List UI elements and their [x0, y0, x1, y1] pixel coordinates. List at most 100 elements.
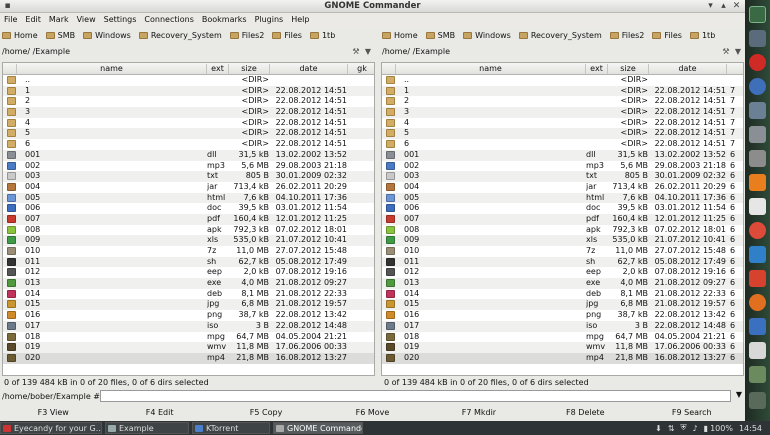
maximize-icon[interactable]: ▴	[718, 1, 729, 12]
folder-row[interactable]: 4 <DIR> 22.08.2012 14:51 7	[382, 118, 743, 129]
bookmark-windows[interactable]: Windows	[83, 31, 131, 40]
file-row[interactable]: 012 eep 2,0 kB 07.08.2012 19:16	[3, 267, 374, 278]
app-icon[interactable]	[749, 392, 766, 409]
file-row[interactable]: 004 jar 713,4 kB 26.02.2011 20:29	[3, 182, 374, 193]
bookmark-1tb[interactable]: 1tb	[309, 31, 335, 40]
task-eyecandy[interactable]: Eyecandy for your G...	[0, 422, 102, 434]
bookmark-files[interactable]: Files	[652, 31, 682, 40]
file-row[interactable]: 015 jpg 6,8 MB 21.08.2012 19:57 6	[382, 299, 743, 311]
folder-row[interactable]: 4 <DIR> 22.08.2012 14:51	[3, 118, 374, 129]
ubuntu-icon[interactable]	[749, 294, 766, 311]
file-row[interactable]: 014 deb 8,1 MB 21.08.2012 22:33 6	[382, 289, 743, 300]
file-row[interactable]: 010 7z 11,0 MB 27.07.2012 15:48	[3, 246, 374, 257]
f9-search-button[interactable]: F9 Search	[639, 405, 745, 421]
task-gnome-commander[interactable]: GNOME Commander	[273, 422, 363, 434]
file-row[interactable]: 002 mp3 5,6 MB 29.08.2003 21:18	[3, 161, 374, 172]
file-row[interactable]: 003 txt 805 B 30.01.2009 02:32	[3, 171, 374, 182]
file-row[interactable]: 018 mpg 64,7 MB 04.05.2004 21:21 6	[382, 332, 743, 343]
bookmark-files2[interactable]: Files2	[229, 31, 264, 40]
folder-row[interactable]: .. <DIR>	[3, 75, 374, 86]
file-row[interactable]: 006 doc 39,5 kB 03.01.2012 11:54	[3, 203, 374, 214]
col-perm[interactable]: gk	[348, 64, 374, 74]
folder-row[interactable]: 3 <DIR> 22.08.2012 14:51 7	[382, 107, 743, 118]
col-date[interactable]: date	[270, 64, 348, 74]
bookmark-files[interactable]: Files	[272, 31, 302, 40]
file-row[interactable]: 011 sh 62,7 kB 05.08.2012 17:49 6	[382, 256, 743, 268]
files-icon[interactable]	[749, 126, 766, 143]
file-row[interactable]: 008 apk 792,3 kB 07.02.2012 18:01 6	[382, 225, 743, 236]
f4-edit-button[interactable]: F4 Edit	[106, 405, 212, 421]
document-icon[interactable]	[749, 150, 766, 167]
file-row[interactable]: 020 mp4 21,8 MB 16.08.2012 13:27 6	[382, 352, 743, 364]
folder-row[interactable]: 2 <DIR> 22.08.2012 14:51	[3, 96, 374, 107]
f8-delete-button[interactable]: F8 Delete	[532, 405, 638, 421]
file-row[interactable]: 006 doc 39,5 kB 03.01.2012 11:54 6	[382, 203, 743, 214]
chrome-icon[interactable]	[749, 222, 766, 239]
file-row[interactable]: 009 xls 535,0 kB 21.07.2012 10:41 6	[382, 235, 743, 246]
col-name[interactable]: name	[396, 64, 586, 74]
file-row[interactable]: 018 mpg 64,7 MB 04.05.2004 21:21	[3, 332, 374, 343]
bookmark-home[interactable]: Home	[2, 31, 38, 40]
file-row[interactable]: 017 iso 3 B 22.08.2012 14:48 6	[382, 320, 743, 332]
menu-view[interactable]: View	[73, 13, 100, 27]
shield-icon[interactable]: ⛨	[681, 423, 687, 433]
menu-edit[interactable]: Edit	[21, 13, 45, 27]
file-row[interactable]: 005 html 7,6 kB 04.10.2011 17:36 6	[382, 192, 743, 204]
bookmark-1tb[interactable]: 1tb	[689, 31, 715, 40]
file-row[interactable]: 007 pdf 160,4 kB 12.01.2012 11:25	[3, 213, 374, 225]
dropdown-icon[interactable]: ▼	[736, 390, 742, 399]
volume-icon[interactable]: ♪	[693, 424, 698, 433]
left-path[interactable]: /home/ /Example	[2, 47, 350, 56]
col-icon[interactable]	[382, 64, 396, 74]
file-row[interactable]: 019 wmv 11,8 MB 17.06.2006 00:33 6	[382, 342, 743, 353]
file-row[interactable]: 009 xls 535,0 kB 21.07.2012 10:41	[3, 235, 374, 246]
bookmark-windows[interactable]: Windows	[463, 31, 511, 40]
file-row[interactable]: 013 exe 4,0 MB 21.08.2012 09:27 6	[382, 278, 743, 289]
file-row[interactable]: 004 jar 713,4 kB 26.02.2011 20:29 6	[382, 182, 743, 193]
col-name[interactable]: name	[17, 64, 207, 74]
app-icon[interactable]	[749, 102, 766, 119]
file-row[interactable]: 015 jpg 6,8 MB 21.08.2012 19:57	[3, 299, 374, 311]
file-row[interactable]: 013 exe 4,0 MB 21.08.2012 09:27	[3, 278, 374, 289]
file-row[interactable]: 002 mp3 5,6 MB 29.08.2003 21:18 6	[382, 161, 743, 172]
network-icon[interactable]: ⇅	[668, 424, 675, 433]
bookmark-smb[interactable]: SMB	[425, 31, 455, 40]
dropdown-icon[interactable]: ▼	[362, 47, 374, 56]
bookmark-files2[interactable]: Files2	[609, 31, 644, 40]
bookmark-recovery[interactable]: Recovery_System	[138, 31, 222, 40]
dropdown-icon[interactable]: ▼	[732, 47, 744, 56]
menu-plugins[interactable]: Plugins	[251, 13, 288, 27]
file-row[interactable]: 001 dll 31,5 kB 13.02.2002 13:52 6	[382, 149, 743, 161]
menu-help[interactable]: Help	[287, 13, 313, 27]
minimize-icon[interactable]: ▾	[705, 1, 716, 12]
download-icon[interactable]: ⬇	[655, 424, 662, 433]
file-row[interactable]: 020 mp4 21,8 MB 16.08.2012 13:27	[3, 352, 374, 364]
col-size[interactable]: size	[608, 64, 649, 74]
col-ext[interactable]: ext	[586, 64, 608, 74]
wrench-icon[interactable]: ⚒	[720, 47, 732, 56]
f7-mkdir-button[interactable]: F7 Mkdir	[426, 405, 532, 421]
app-icon[interactable]	[749, 318, 766, 335]
folder-row[interactable]: 1 <DIR> 22.08.2012 14:51 7	[382, 85, 743, 97]
app-icon[interactable]	[749, 246, 766, 263]
left-file-panel[interactable]: name ext size date gk .. <DIR> 1 <DIR> 22.08…	[2, 62, 375, 376]
bookmark-smb[interactable]: SMB	[45, 31, 75, 40]
folder-row[interactable]: 5 <DIR> 22.08.2012 14:51	[3, 128, 374, 140]
workspace-icon[interactable]	[749, 6, 766, 23]
folder-row[interactable]: 6 <DIR> 22.08.2012 14:51 7	[382, 139, 743, 150]
folder-row[interactable]: 2 <DIR> 22.08.2012 14:51 7	[382, 96, 743, 107]
file-row[interactable]: 003 txt 805 B 30.01.2009 02:32 6	[382, 171, 743, 182]
bookmark-home[interactable]: Home	[382, 31, 418, 40]
right-file-panel[interactable]: name ext size date .. <DIR> 1 <DIR> 22.08.20…	[381, 62, 744, 376]
file-row[interactable]: 019 wmv 11,8 MB 17.06.2006 00:33	[3, 342, 374, 353]
menu-connections[interactable]: Connections	[140, 13, 197, 27]
right-path[interactable]: /home/ /Example	[382, 47, 720, 56]
menu-file[interactable]: File	[0, 13, 21, 27]
file-row[interactable]: 017 iso 3 B 22.08.2012 14:48	[3, 320, 374, 332]
folder-row[interactable]: 3 <DIR> 22.08.2012 14:51	[3, 107, 374, 118]
file-row[interactable]: 014 deb 8,1 MB 21.08.2012 22:33	[3, 289, 374, 300]
file-row[interactable]: 010 7z 11,0 MB 27.07.2012 15:48 6	[382, 246, 743, 257]
opera-icon[interactable]	[749, 54, 766, 71]
app-icon[interactable]	[749, 270, 766, 287]
menu-settings[interactable]: Settings	[100, 13, 141, 27]
